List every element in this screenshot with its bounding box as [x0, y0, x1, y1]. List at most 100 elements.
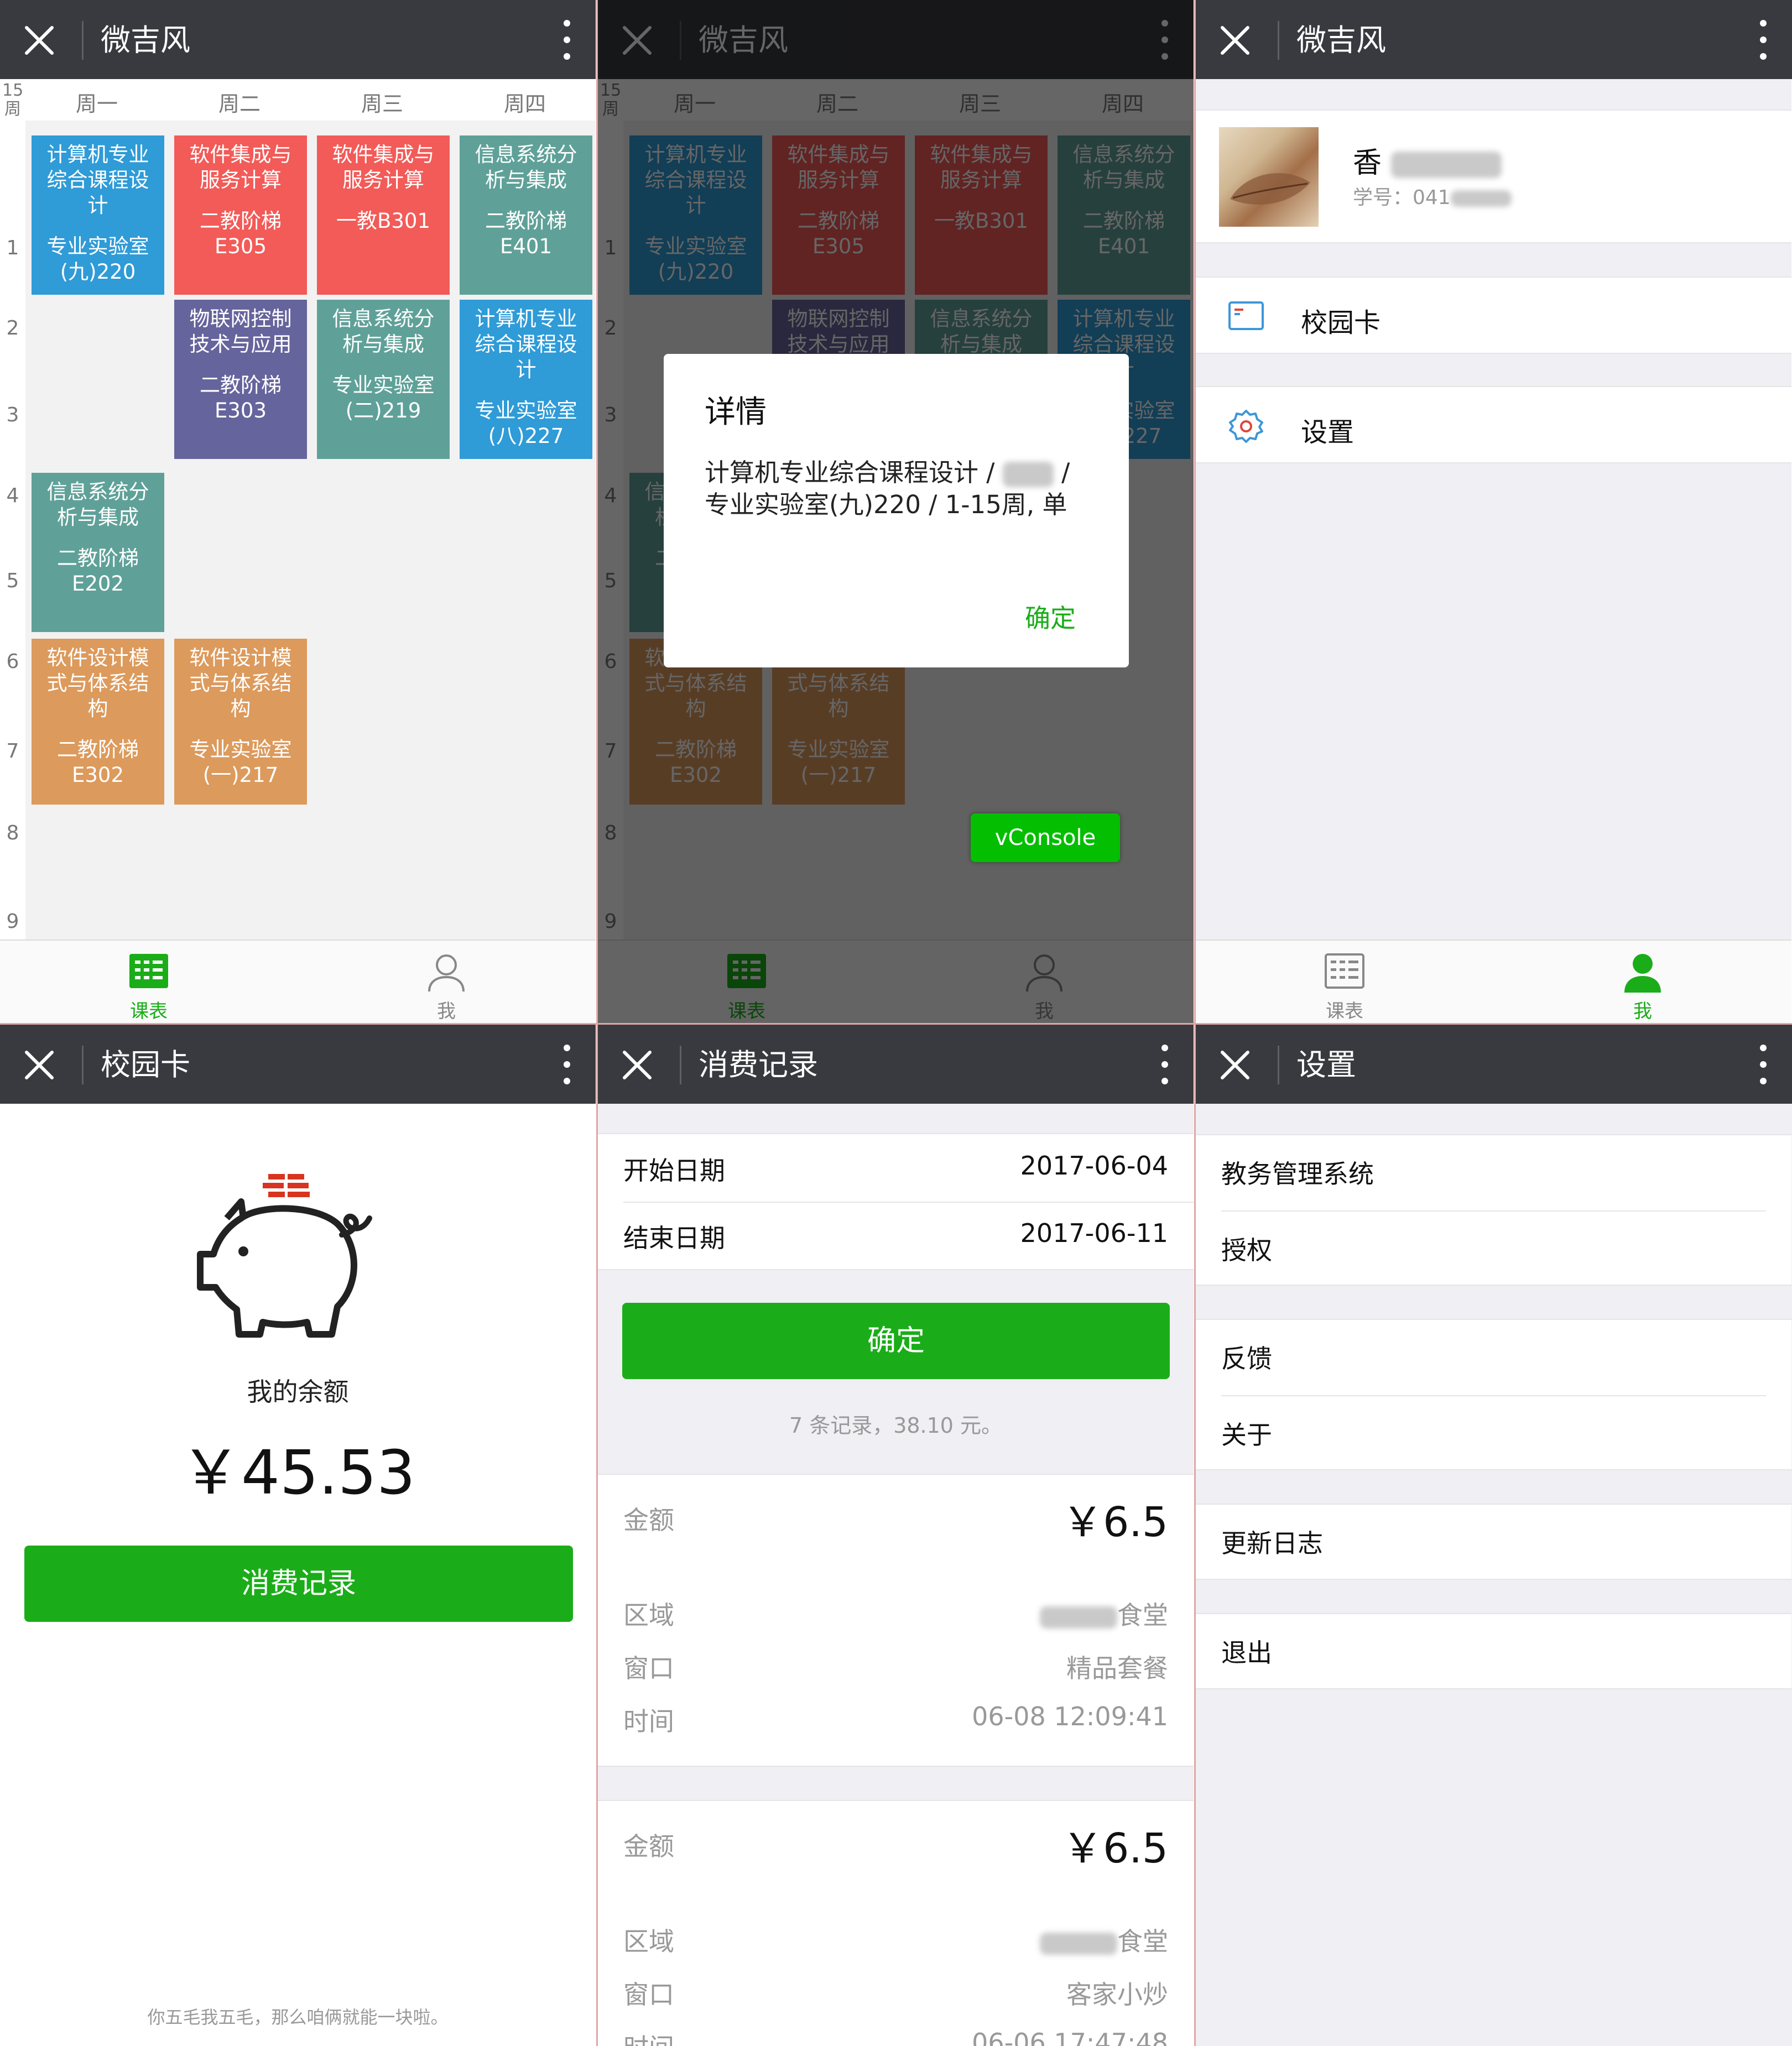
- time-value: 06-08 12:09:41: [972, 1701, 1168, 1731]
- course-card[interactable]: 软件集成与服务计算一教B301: [317, 135, 450, 295]
- period-number: 1: [6, 237, 19, 259]
- week-label: 15周: [2, 81, 23, 119]
- panel-consumption-records: 消费记录 开始日期 2017-06-04 结束日期 2017-06-11 确定 …: [598, 1025, 1194, 2046]
- course-card[interactable]: 信息系统分析与集成二教阶梯E401: [460, 135, 592, 295]
- more-icon[interactable]: [560, 1045, 574, 1085]
- records-button[interactable]: 消费记录: [24, 1546, 573, 1622]
- course-name: 信息系统分析与集成: [475, 143, 577, 192]
- dialog-confirm-button[interactable]: 确定: [1025, 598, 1076, 635]
- day-header: 周二: [218, 92, 261, 116]
- settings-group: 反馈 关于: [1196, 1319, 1791, 1470]
- divider: [82, 1046, 84, 1084]
- time-label: 时间: [623, 2028, 674, 2046]
- day-header: 周一: [75, 92, 118, 116]
- settings-item-feedback[interactable]: 反馈: [1221, 1339, 1272, 1375]
- profile-card[interactable]: 香 学号：041: [1196, 109, 1791, 243]
- course-card[interactable]: 信息系统分析与集成二教阶梯E202: [32, 473, 164, 632]
- area-label: 区域: [623, 1600, 674, 1630]
- card-icon: [1228, 301, 1264, 330]
- course-card[interactable]: 软件设计模式与体系结构二教阶梯E302: [32, 639, 164, 805]
- close-icon[interactable]: [21, 1047, 58, 1083]
- confirm-button[interactable]: 确定: [622, 1303, 1170, 1379]
- more-icon[interactable]: [560, 20, 574, 61]
- settings-item-logout[interactable]: 退出: [1196, 1613, 1791, 1689]
- course-name: 软件设计模式与体系结构: [189, 646, 292, 721]
- tab-label: 我: [437, 1000, 456, 1022]
- course-name: 软件集成与服务计算: [189, 143, 292, 192]
- course-card[interactable]: 计算机专业综合课程设计专业实验室(九)220: [32, 135, 164, 295]
- settings-label: 更新日志: [1221, 1528, 1323, 1558]
- close-icon[interactable]: [619, 1047, 655, 1083]
- period-column: 1 2 3 4 5 6 7 8 9 10: [0, 121, 25, 1011]
- area-value: 食堂: [1040, 1922, 1168, 1958]
- more-icon[interactable]: [1757, 1045, 1770, 1085]
- tab-me[interactable]: 我: [298, 941, 595, 1023]
- course-card[interactable]: 软件设计模式与体系结构专业实验室(一)217: [174, 639, 307, 805]
- course-card[interactable]: 物联网控制技术与应用二教阶梯E303: [174, 300, 307, 459]
- divider: [1221, 1395, 1766, 1396]
- course-name: 软件集成与服务计算: [332, 143, 435, 192]
- settings-item-changelog[interactable]: 更新日志: [1196, 1504, 1791, 1580]
- course-name: 信息系统分析与集成: [332, 307, 435, 356]
- panel-settings: 设置 教务管理系统 授权 反馈 关于 更新日志 退出: [1196, 1025, 1792, 2046]
- avatar: [1219, 127, 1319, 227]
- menu-label: 校园卡: [1301, 307, 1381, 338]
- close-icon[interactable]: [1217, 1047, 1253, 1083]
- amount-value: ￥6.5: [1062, 1825, 1168, 1872]
- more-icon[interactable]: [1158, 1045, 1171, 1085]
- panel-timetable-dialog: 微吉风 15周 周一 周二 周三 周四 1 2 3 4 5 6 7 8 9 10…: [598, 0, 1194, 1023]
- vconsole-button[interactable]: vConsole: [971, 813, 1120, 862]
- more-icon[interactable]: [1757, 20, 1770, 61]
- course-room: 二教阶梯E302: [57, 738, 139, 787]
- settings-label: 退出: [1221, 1638, 1272, 1668]
- tab-me[interactable]: 我: [1494, 941, 1791, 1023]
- course-card[interactable]: 计算机专业综合课程设计专业实验室(八)227: [460, 300, 592, 459]
- close-icon[interactable]: [21, 22, 58, 59]
- tab-schedule[interactable]: 课表: [1196, 941, 1493, 1023]
- course-room: 二教阶梯E305: [200, 209, 282, 258]
- settings-gear-icon: [1229, 410, 1263, 443]
- page-title: 微吉风: [1296, 23, 1386, 58]
- menu-item-settings[interactable]: 设置: [1196, 386, 1791, 463]
- week-number: 15: [2, 81, 24, 100]
- week-unit: 周: [4, 100, 21, 119]
- settings-item-authorize[interactable]: 授权: [1221, 1230, 1272, 1267]
- window-label: 窗口: [623, 1980, 674, 2010]
- course-room: 二教阶梯E401: [485, 209, 567, 258]
- end-date-input[interactable]: 2017-06-11: [1020, 1218, 1168, 1248]
- period-number: 3: [6, 404, 19, 426]
- area-label: 区域: [623, 1927, 674, 1956]
- tab-label: 我: [1633, 1000, 1652, 1022]
- tab-bar: 课表 我: [1196, 940, 1791, 1023]
- start-date-label: 开始日期: [623, 1156, 725, 1186]
- piggy-bank-icon: [197, 1174, 372, 1338]
- course-room: 专业实验室(二)219: [332, 373, 435, 422]
- blurred-area: [1040, 1606, 1117, 1629]
- dialog-body: 计算机专业综合课程设计 / / 专业实验室(九)220 / 1-15周, 单: [705, 457, 1092, 521]
- detail-dialog: 详情 计算机专业综合课程设计 / / 专业实验室(九)220 / 1-15周, …: [664, 354, 1129, 667]
- period-number: 2: [6, 317, 19, 340]
- page-title: 消费记录: [699, 1047, 818, 1082]
- period-number: 9: [6, 910, 19, 933]
- footer-text: 你五毛我五毛，那么咱俩就能一块啦。: [147, 2007, 449, 2028]
- tab-schedule[interactable]: 课表: [0, 941, 298, 1023]
- settings-item-about[interactable]: 关于: [1221, 1415, 1272, 1452]
- divider: [1278, 21, 1279, 60]
- period-number: 8: [6, 822, 19, 844]
- period-number: 4: [6, 484, 19, 507]
- top-bar: 校园卡: [0, 1025, 596, 1104]
- course-room: 一教B301: [336, 209, 430, 233]
- divider: [82, 21, 84, 60]
- amount-label: 金额: [623, 1505, 674, 1535]
- panel-timetable: 微吉风 15周 周一 周二 周三 周四 1 2 3 4 5 6 7 8 9 10…: [0, 0, 596, 1023]
- menu-item-campus-card[interactable]: 校园卡: [1196, 276, 1791, 354]
- course-card[interactable]: 信息系统分析与集成专业实验室(二)219: [317, 300, 450, 459]
- settings-item-academic-system[interactable]: 教务管理系统: [1221, 1154, 1374, 1191]
- course-card[interactable]: 软件集成与服务计算二教阶梯E305: [174, 135, 307, 295]
- course-room: 二教阶梯E303: [200, 373, 282, 422]
- divider: [680, 1046, 681, 1084]
- tab-label: 课表: [1326, 1000, 1363, 1022]
- start-date-input[interactable]: 2017-06-04: [1020, 1151, 1168, 1181]
- close-icon[interactable]: [1217, 22, 1253, 59]
- blurred-teacher-name: [1002, 462, 1054, 487]
